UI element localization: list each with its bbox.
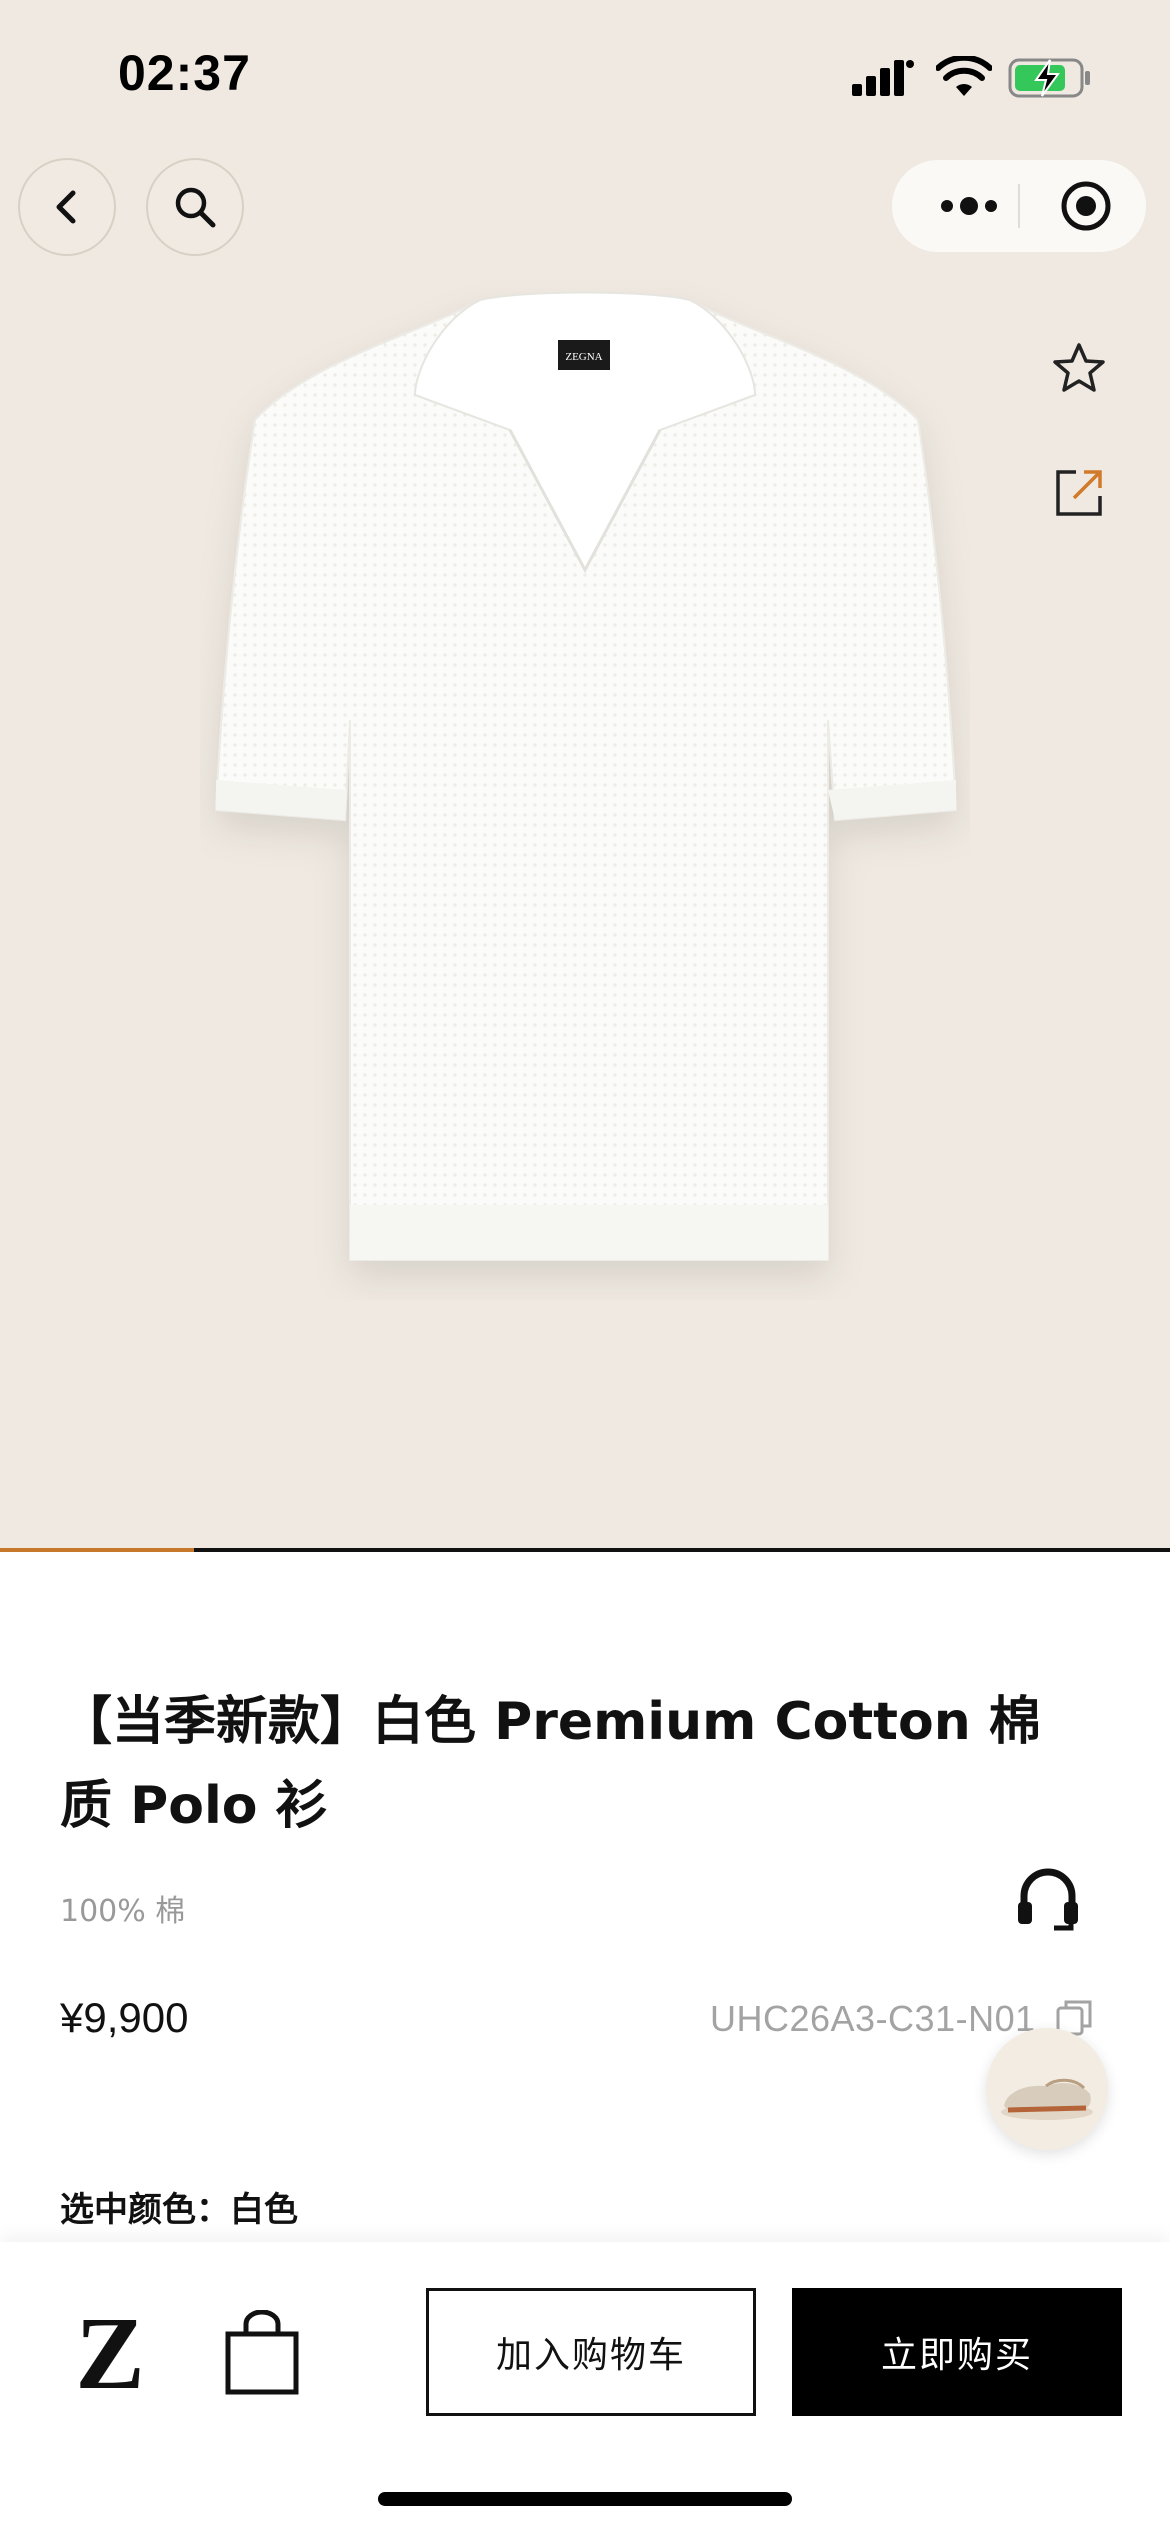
- wifi-icon: [936, 56, 992, 96]
- star-icon: [1053, 343, 1105, 392]
- collar-label: ZEGNA: [565, 351, 602, 363]
- more-button[interactable]: [924, 160, 1014, 252]
- search-button[interactable]: [146, 158, 244, 256]
- favorite-button[interactable]: [1044, 334, 1114, 404]
- miniprogram-capsule: [892, 160, 1146, 252]
- battery-charging-icon: [1008, 58, 1090, 98]
- status-bar: 02:37: [0, 0, 1170, 150]
- zegna-logo-button[interactable]: Z: [70, 2300, 150, 2400]
- capsule-divider: [1018, 184, 1020, 228]
- svg-text:Z: Z: [75, 2300, 144, 2400]
- status-time: 02:37: [118, 45, 251, 101]
- target-circle-icon: [1061, 181, 1111, 231]
- more-dots-icon: [941, 197, 997, 215]
- gallery-progress-fill: [0, 1548, 195, 1552]
- search-icon: [175, 187, 216, 228]
- selected-color: 选中颜色：白色: [60, 2190, 298, 2230]
- cellular-signal-icon: [852, 60, 914, 96]
- buy-now-button[interactable]: 立即购买: [792, 2288, 1122, 2416]
- home-indicator[interactable]: [378, 2492, 792, 2506]
- product-image: ZEGNA: [214, 291, 958, 1261]
- close-miniprogram-button[interactable]: [1050, 160, 1122, 252]
- shoe-icon: [1001, 2078, 1093, 2120]
- share-icon: [1056, 470, 1102, 516]
- chevron-left-icon: [56, 190, 76, 224]
- product-material: 100% 棉: [60, 1894, 186, 1929]
- shopping-bag-icon[interactable]: [222, 2310, 302, 2396]
- gallery-progress: [0, 1548, 1170, 1552]
- product-price: ¥9,900: [60, 1994, 189, 2041]
- recommended-product-thumbnail[interactable]: [986, 2028, 1108, 2150]
- customer-service-icon[interactable]: [1010, 1862, 1086, 1938]
- back-button[interactable]: [18, 158, 116, 256]
- product-title: 【当季新款】白色 Premium Cotton 棉质 Polo 衫: [60, 1692, 1041, 1836]
- product-gallery[interactable]: 02:37 ZEGNA: [0, 0, 1170, 1552]
- add-to-cart-button[interactable]: 加入购物车: [426, 2288, 756, 2416]
- share-button[interactable]: [1044, 458, 1114, 528]
